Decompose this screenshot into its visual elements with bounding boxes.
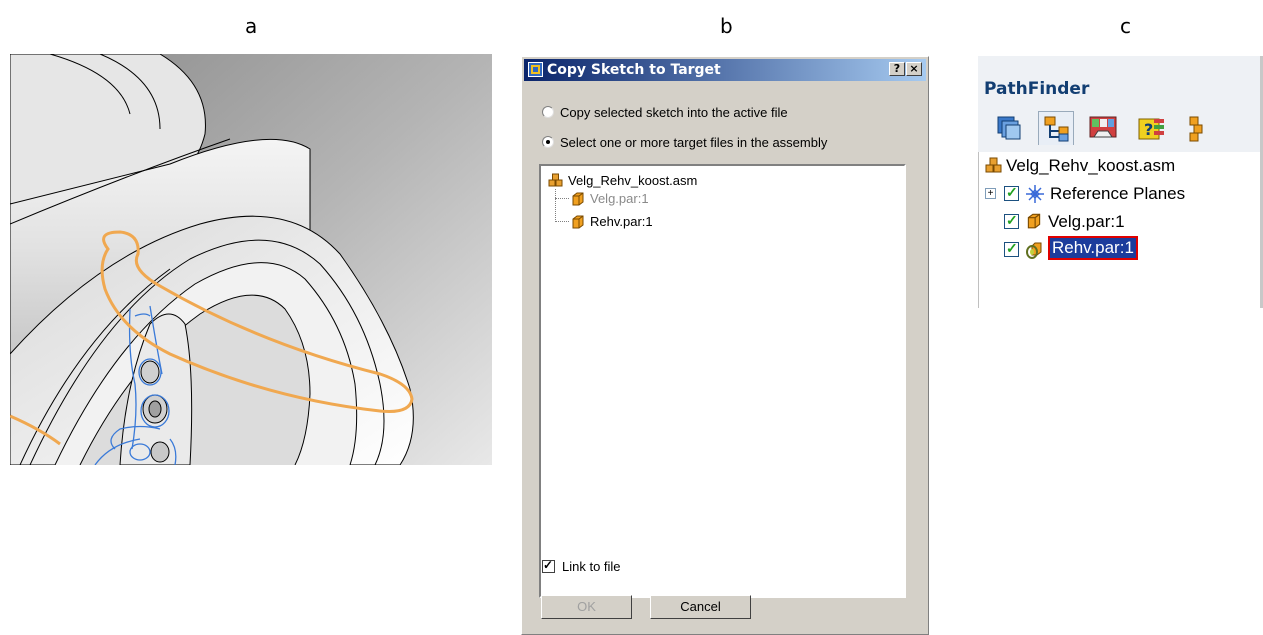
link-to-file-label: Link to file	[562, 559, 621, 574]
tree-item-label: Reference Planes	[1050, 184, 1186, 203]
ok-button[interactable]: OK	[541, 595, 632, 619]
part-icon	[572, 192, 584, 206]
link-to-file-checkbox[interactable]: ✓	[542, 559, 555, 573]
panel-letter-b: b	[720, 14, 733, 38]
reference-plane-icon	[1026, 185, 1044, 203]
tree-tab-icon[interactable]	[1038, 111, 1074, 145]
dialog-title: Copy Sketch to Target	[547, 62, 721, 78]
panel-letter-c: c	[1120, 14, 1131, 38]
radio-button[interactable]	[542, 136, 554, 148]
cancel-button[interactable]: Cancel	[650, 595, 751, 619]
panel-letter-a: a	[245, 14, 258, 38]
dialog-titlebar[interactable]: Copy Sketch to Target ? ×	[524, 59, 926, 81]
radio-label: Copy selected sketch into the active fil…	[560, 105, 788, 120]
query-tab-icon[interactable]: ?	[1134, 111, 1170, 145]
help-button[interactable]: ?	[889, 62, 905, 76]
assembly-tab-icon[interactable]	[992, 111, 1028, 145]
tree-item-label-selected[interactable]: Rehv.par:1	[1048, 236, 1138, 260]
model-viewport[interactable]	[10, 54, 492, 465]
tree-connector	[555, 189, 556, 222]
tree-item-label: Velg_Rehv_koost.asm	[1006, 156, 1176, 175]
part-icon	[572, 215, 584, 229]
pathfinder-title: PathFinder	[984, 79, 1090, 99]
pathfinder-tree[interactable]: Velg_Rehv_koost.asm + ✓ Reference Planes…	[978, 152, 1263, 308]
simplify-tab-icon[interactable]	[1086, 111, 1122, 145]
visibility-checkbox[interactable]: ✓	[1004, 240, 1019, 257]
svg-text:?: ?	[1144, 120, 1153, 139]
assembly-icon	[985, 157, 1002, 173]
close-button[interactable]: ×	[906, 62, 922, 76]
expand-icon[interactable]: +	[985, 188, 996, 199]
tree-item-label: Rehv.par:1	[590, 214, 653, 229]
tree-item-label: Velg.par:1	[590, 191, 649, 206]
assembly-icon	[548, 173, 563, 187]
pathfinder-panel: PathFinder ? Velg_Rehv_koost.asm + ✓ Ref…	[978, 56, 1263, 308]
copy-sketch-dialog: Copy Sketch to Target ? × Copy selected …	[521, 56, 929, 635]
visibility-checkbox[interactable]: ✓	[1004, 212, 1019, 229]
target-file-tree[interactable]: Velg_Rehv_koost.asm Velg.par:1 Rehv.par:…	[539, 164, 906, 598]
part-icon	[1027, 213, 1041, 229]
radio-button[interactable]	[542, 106, 554, 118]
linked-part-icon	[1026, 242, 1042, 259]
tree-item-label: Velg.par:1	[1048, 212, 1125, 231]
radio-label: Select one or more target files in the a…	[560, 135, 828, 150]
visibility-checkbox[interactable]: ✓	[1004, 184, 1019, 201]
wheel-model-render	[10, 54, 492, 465]
tree-item-label: Velg_Rehv_koost.asm	[568, 173, 698, 188]
sketch-app-icon	[528, 62, 543, 77]
tree-connector	[555, 221, 569, 222]
tree-connector	[555, 198, 569, 199]
layers-tab-icon[interactable]	[1180, 111, 1210, 145]
